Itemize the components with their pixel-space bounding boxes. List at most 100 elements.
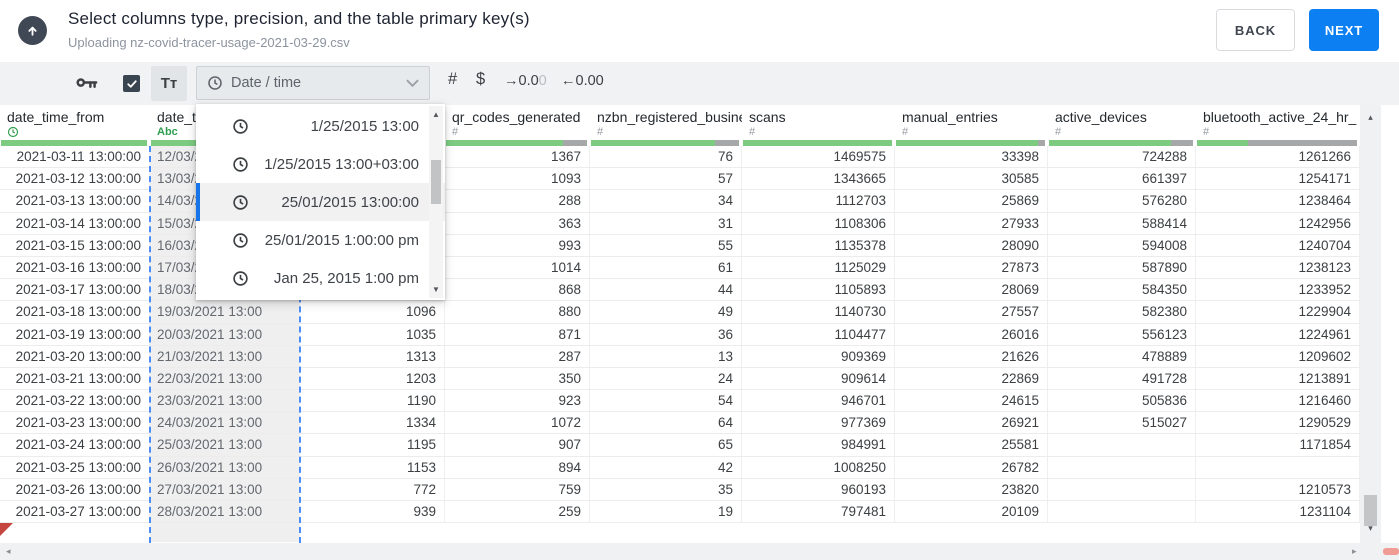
clock-icon	[233, 270, 248, 286]
horizontal-scrollbar-thumb[interactable]	[1383, 548, 1399, 555]
table-cell: 939	[300, 501, 445, 523]
table-cell: 2021-03-19 13:00:00	[0, 323, 150, 345]
table-cell: 582380	[1048, 301, 1196, 323]
table-row: 2021-03-25 13:00:00 26/03/2021 13:00 1153 8…	[0, 456, 1360, 479]
table-row: 2021-03-21 13:00:00 22/03/2021 13:00 1203 3…	[0, 367, 1360, 391]
column-header[interactable]: date_time_from	[0, 105, 150, 146]
dropdown-scrollbar[interactable]: ▲ ▼	[429, 106, 443, 298]
table-cell: 724288	[1048, 146, 1196, 168]
table-cell: 2021-03-23 13:00:00	[0, 412, 150, 434]
table-cell: 1213891	[1196, 367, 1360, 390]
table-cell: 946701	[742, 390, 895, 412]
next-button[interactable]: NEXT	[1309, 9, 1379, 51]
column-header[interactable]: nzbn_registered_busine #	[590, 105, 742, 146]
column-header[interactable]: active_devices #	[1048, 105, 1196, 146]
scroll-up-icon[interactable]: ▴	[1360, 112, 1381, 123]
table-cell: 49	[590, 301, 742, 323]
table-cell: 759	[445, 478, 590, 500]
vertical-scrollbar-thumb[interactable]	[1364, 495, 1377, 526]
dropdown-item[interactable]: 25/01/2015 1:00:00 pm	[196, 221, 445, 259]
table-cell	[1196, 456, 1360, 478]
table-cell: 363	[445, 212, 590, 234]
table-cell: 1254171	[1196, 168, 1360, 190]
dropdown-item[interactable]: 1/25/2015 13:00	[196, 107, 445, 145]
scroll-down-icon[interactable]: ▾	[1360, 523, 1381, 534]
primary-key-icon[interactable]	[76, 76, 99, 96]
dropdown-item[interactable]: 1/25/2015 13:00+03:00	[196, 145, 445, 183]
table-cell: 1240704	[1196, 234, 1360, 256]
column-name: manual_entries	[902, 109, 998, 125]
table-cell: 57	[590, 168, 742, 190]
table-cell: 1112703	[742, 190, 895, 212]
table-cell: 36	[590, 323, 742, 345]
table-cell: 2021-03-13 13:00:00	[0, 190, 150, 212]
dropdown-item[interactable]: 25/01/2015 13:00:00	[196, 183, 445, 221]
table-cell: 21/03/2021 13:00	[150, 345, 300, 367]
table-cell: 350	[445, 367, 590, 390]
clock-icon	[7, 126, 19, 138]
column-header[interactable]: qr_codes_generated #	[445, 105, 590, 146]
column-selected-checkbox[interactable]	[123, 75, 140, 92]
dropdown-scroll-up-icon[interactable]: ▲	[429, 110, 443, 119]
table-cell: 661397	[1048, 168, 1196, 190]
table-cell: 76	[590, 146, 742, 168]
table-cell: 1153	[300, 456, 445, 478]
table-cell: 894	[445, 456, 590, 478]
vertical-scrollbar[interactable]: ▴ ▾	[1360, 105, 1381, 543]
column-header[interactable]: bluetooth_active_24_hr_ #	[1196, 105, 1360, 146]
table-cell: 26016	[895, 323, 1048, 345]
type-format-select[interactable]: Date / time	[196, 66, 430, 100]
column-header[interactable]: manual_entries #	[895, 105, 1048, 146]
table-cell: 797481	[742, 501, 895, 523]
number-type-button[interactable]: #	[448, 70, 457, 89]
table-cell: 1229904	[1196, 301, 1360, 323]
table-cell: 1105893	[742, 279, 895, 301]
table-cell: 24	[590, 367, 742, 390]
table-cell: 54	[590, 390, 742, 412]
table-cell: 2021-03-22 13:00:00	[0, 390, 150, 412]
precision-increase-button[interactable]: →0.00	[504, 73, 547, 89]
table-cell: 1171854	[1196, 434, 1360, 456]
table-cell: 2021-03-26 13:00:00	[0, 478, 150, 500]
table-cell: 1035	[300, 323, 445, 345]
selected-column-left-border	[149, 146, 151, 543]
table-cell: 1242956	[1196, 212, 1360, 234]
column-name: bluetooth_active_24_hr_	[1203, 109, 1357, 125]
table-cell: 993	[445, 234, 590, 256]
column-quality-bar	[896, 140, 1045, 146]
table-cell: 25/03/2021 13:00	[150, 434, 300, 456]
table-cell: 24/03/2021 13:00	[150, 412, 300, 434]
column-type-icon: #	[1055, 126, 1062, 138]
table-cell: 288	[445, 190, 590, 212]
table-cell: 2021-03-15 13:00:00	[0, 234, 150, 256]
table-cell: 34	[590, 190, 742, 212]
dropdown-scroll-down-icon[interactable]: ▼	[429, 285, 443, 294]
table-cell: 2021-03-21 13:00:00	[0, 367, 150, 390]
currency-type-button[interactable]: $	[476, 70, 485, 89]
table-cell: 2021-03-16 13:00:00	[0, 256, 150, 279]
selected-column-overflow	[150, 523, 300, 543]
column-quality-bar	[1049, 140, 1193, 146]
column-header[interactable]: scans #	[742, 105, 895, 146]
table-cell: 23/03/2021 13:00	[150, 390, 300, 412]
table-cell: 22869	[895, 367, 1048, 390]
table-cell: 61	[590, 256, 742, 279]
precision-decrease-button[interactable]: ←0.00	[561, 73, 604, 89]
horizontal-scrollbar[interactable]: ◂ ▸	[0, 543, 1399, 560]
clock-icon	[233, 232, 248, 248]
column-quality-bar	[446, 140, 587, 146]
table-cell: 1233952	[1196, 279, 1360, 301]
back-button[interactable]: BACK	[1216, 9, 1295, 51]
text-type-button[interactable]: Tᴛ	[151, 66, 187, 101]
scroll-left-icon[interactable]: ◂	[6, 546, 11, 557]
dropdown-item[interactable]: Jan 25, 2015 1:00 pm	[196, 259, 445, 297]
column-name: nzbn_registered_busine	[597, 109, 742, 125]
dropdown-item-label: Jan 25, 2015 1:00 pm	[273, 269, 419, 287]
table-cell: 1367	[445, 146, 590, 168]
table-cell: 491728	[1048, 367, 1196, 390]
table-cell: 505836	[1048, 390, 1196, 412]
table-cell: 576280	[1048, 190, 1196, 212]
dropdown-scrollbar-thumb[interactable]	[431, 160, 441, 204]
type-format-value: Date / time	[231, 75, 302, 91]
scroll-right-icon[interactable]: ▸	[1352, 546, 1357, 557]
